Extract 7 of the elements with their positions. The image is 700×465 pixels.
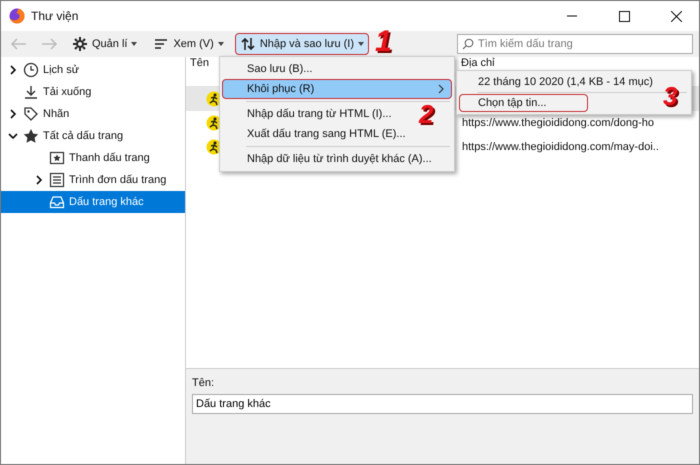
table-cell: https://www.thegioididong.com/may-doi..	[462, 141, 659, 153]
step-number: 2	[419, 101, 434, 127]
step-number: 1	[375, 29, 392, 55]
step-number: 3	[663, 83, 678, 109]
window-title: Thư viện	[31, 9, 80, 23]
field-label: Tên:	[192, 377, 216, 389]
table-cell: https://www.thegioididong.com/dong-ho	[462, 117, 654, 129]
